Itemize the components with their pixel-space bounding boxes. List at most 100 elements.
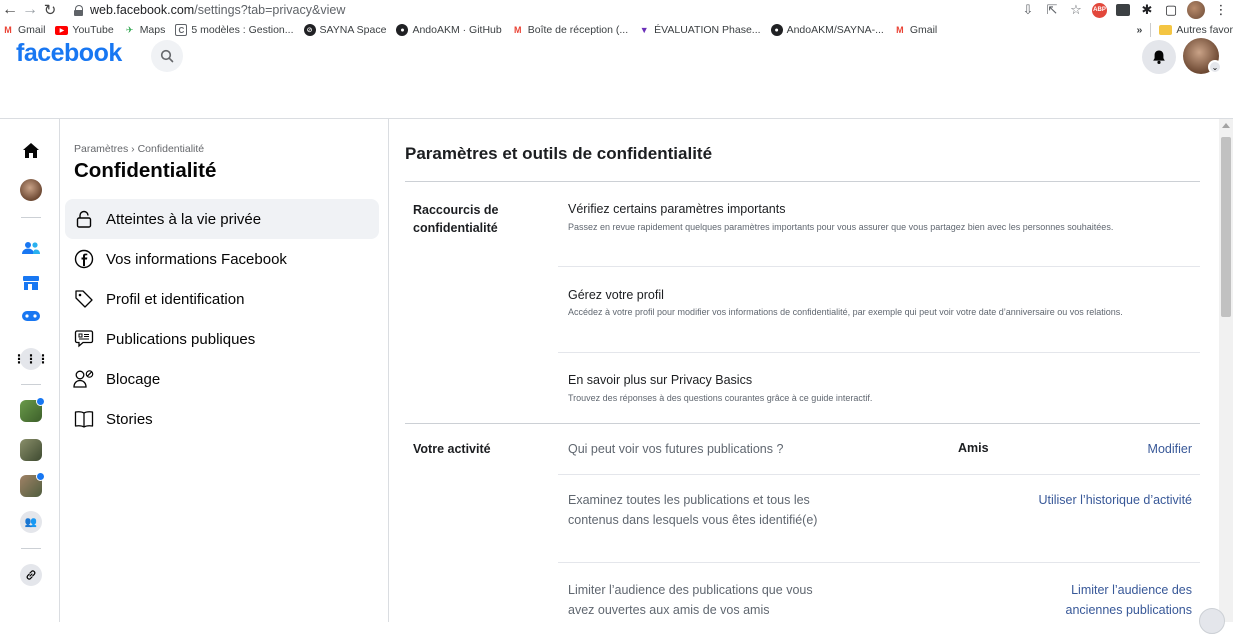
url-path: /settings?tab=privacy&view	[194, 3, 346, 17]
link-icon[interactable]	[20, 564, 42, 586]
row-divider	[558, 562, 1200, 563]
group-shortcut-2[interactable]	[20, 439, 42, 461]
row-divider	[558, 266, 1200, 267]
bookmark-label: YouTube	[72, 24, 114, 36]
back-icon[interactable]: ←	[0, 0, 20, 20]
profile-avatar-rail[interactable]	[20, 179, 42, 201]
page-title: Confidentialité	[74, 159, 217, 182]
shortcut-description: Trouvez des réponses à des questions cou…	[568, 393, 873, 403]
page-scrollbar[interactable]	[1219, 119, 1233, 622]
bookmark-evaluation[interactable]: ▼ ÉVALUATION Phase...	[638, 24, 761, 36]
bookmark-star-icon[interactable]: ☆	[1068, 2, 1084, 18]
facebook-circle-icon	[73, 248, 95, 270]
scroll-up-arrow-icon[interactable]	[1222, 123, 1230, 128]
activity-label: Votre activité	[413, 442, 491, 456]
sidebar-item-stories[interactable]: Stories	[65, 399, 379, 439]
bookmark-sayna[interactable]: ⊘ SAYNA Space	[303, 24, 387, 36]
menu-icon[interactable]: ⋮	[1213, 2, 1229, 18]
other-favorites[interactable]: Autres favor	[1176, 24, 1233, 36]
browser-profile-avatar[interactable]	[1187, 1, 1205, 19]
bookmark-maps[interactable]: ✈ Maps	[124, 24, 166, 36]
sidebar-item-blocking[interactable]: Blocage	[65, 359, 379, 399]
folder-icon	[1159, 25, 1173, 35]
bookmark-label: Boîte de réception (...	[527, 24, 629, 36]
heart-icon: ▼	[639, 25, 649, 35]
sidebar-item-public-posts[interactable]: Publications publiques	[65, 319, 379, 359]
public-post-icon	[73, 328, 95, 350]
forward-icon[interactable]: →	[20, 0, 40, 20]
left-rail: ⋮⋮⋮ 👥	[0, 119, 60, 622]
sidebar-item-label: Publications publiques	[106, 330, 256, 348]
shortcut-title: En savoir plus sur Privacy Basics	[568, 373, 753, 387]
shortcut-description: Passez en revue rapidement quelques para…	[568, 222, 1114, 232]
url-host: web.facebook.com	[90, 3, 195, 17]
facebook-logo[interactable]: facebook	[16, 39, 122, 68]
bookmark-label: Gmail	[18, 24, 46, 36]
adblock-icon[interactable]: ABP	[1092, 2, 1107, 18]
activity-row-text: Examinez toutes les publications et tous…	[568, 493, 818, 527]
page-icon: C	[175, 24, 188, 36]
window-icon[interactable]: ▢	[1163, 2, 1179, 18]
notifications-button[interactable]	[1142, 40, 1176, 74]
settings-sidebar: Paramètres › Confidentialité Confidentia…	[60, 119, 389, 622]
lock-icon	[73, 208, 95, 230]
activity-log-link[interactable]: Utiliser l’historique d’activité	[952, 490, 1192, 510]
sidebar-item-privacy-checkup[interactable]: Atteintes à la vie privée	[65, 199, 379, 239]
sidebar-item-label: Blocage	[106, 370, 161, 388]
limit-past-posts-link[interactable]: Limiter l’audience des anciennes publica…	[1042, 580, 1192, 620]
bookmark-label: AndoAKM/SAYNA-...	[786, 24, 884, 36]
facebook-header	[0, 40, 1233, 118]
scroll-thumb[interactable]	[1221, 137, 1231, 317]
account-menu-chevron-icon[interactable]: ⌄	[1208, 60, 1222, 74]
marketplace-icon[interactable]	[20, 272, 42, 294]
help-button[interactable]	[1199, 608, 1225, 634]
bookmark-youtube[interactable]: ▶ YouTube	[55, 24, 114, 36]
bookmark-github[interactable]: ● AndoAKM · GitHub	[396, 24, 502, 36]
bookmark-github-repo[interactable]: ● AndoAKM/SAYNA-...	[770, 24, 884, 36]
install-icon[interactable]: ⇩	[1020, 2, 1036, 18]
menu-grid-icon[interactable]: ⋮⋮⋮	[13, 348, 49, 370]
search-button[interactable]	[151, 40, 183, 72]
bookmark-gmail[interactable]: M Gmail	[2, 24, 45, 36]
bookmarks-bar: M Gmail ▶ YouTube ✈ Maps C5 modèles : Gesti…	[0, 20, 1233, 40]
bookmark-gmail-2[interactable]: M Gmail	[894, 24, 937, 36]
row-divider	[558, 352, 1200, 353]
activity-row-text: Qui peut voir vos futures publications ?	[568, 442, 784, 456]
edit-audience-link[interactable]: Modifier	[1032, 439, 1192, 459]
url-field[interactable]: web.facebook.com/settings?tab=privacy&vi…	[90, 3, 345, 17]
groups-icon[interactable]: 👥	[20, 511, 42, 533]
lock-icon[interactable]	[74, 4, 84, 16]
extension-box-icon[interactable]	[1115, 2, 1131, 18]
bookmark-label: SAYNA Space	[319, 24, 387, 36]
puzzle-icon[interactable]: ✱	[1139, 2, 1155, 18]
search-icon	[160, 49, 174, 63]
audience-value: Amis	[958, 441, 989, 455]
block-user-icon	[73, 368, 95, 390]
section-divider	[405, 423, 1200, 424]
tag-icon	[73, 288, 95, 310]
group-shortcut-1[interactable]	[20, 397, 45, 422]
rail-divider	[21, 548, 41, 549]
browser-chrome: ← → ↻ web.facebook.com/settings?tab=priv…	[0, 0, 1233, 40]
share-icon[interactable]: ⇱	[1044, 2, 1060, 18]
rail-divider	[21, 384, 41, 385]
bookmark-inbox[interactable]: M Boîte de réception (...	[512, 24, 628, 36]
sidebar-item-label: Profil et identification	[106, 290, 245, 308]
reload-icon[interactable]: ↻	[40, 0, 60, 20]
gaming-icon[interactable]	[20, 305, 42, 327]
sidebar-item-profile-tagging[interactable]: Profil et identification	[65, 279, 379, 319]
shortcuts-label-text: Raccourcis de confidentialité	[413, 203, 499, 235]
shortcuts-label: Raccourcis de confidentialité	[413, 201, 533, 237]
home-icon[interactable]	[20, 139, 42, 161]
bookmark-gestion[interactable]: C5 modèles : Gestion...	[175, 24, 294, 36]
friends-icon[interactable]	[20, 237, 42, 259]
more-bookmarks-button[interactable]: »	[1137, 24, 1143, 36]
sidebar-item-your-information[interactable]: Vos informations Facebook	[65, 239, 379, 279]
shortcut-title: Gérez votre profil	[568, 288, 664, 302]
breadcrumb[interactable]: Paramètres › Confidentialité	[74, 143, 204, 155]
group-shortcut-3[interactable]	[20, 472, 45, 497]
gmail-icon: M	[896, 25, 904, 35]
bookmark-label: 5 modèles : Gestion...	[191, 24, 294, 36]
row-divider	[558, 474, 1200, 475]
bookmark-label: Maps	[139, 24, 166, 36]
